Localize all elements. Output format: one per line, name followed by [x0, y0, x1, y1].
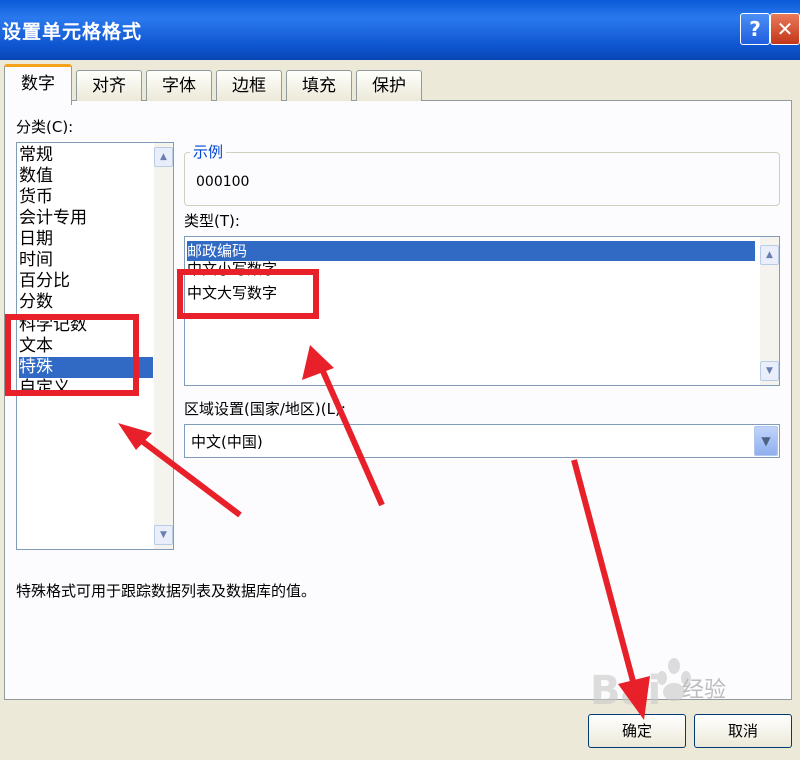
category-item-percentage[interactable]: 百分比: [19, 271, 153, 292]
scroll-down-icon[interactable]: ▼: [154, 525, 173, 545]
type-label: 类型(T):: [184, 212, 240, 230]
tab-font[interactable]: 字体: [146, 70, 212, 101]
tab-number[interactable]: 数字: [4, 64, 72, 105]
window-title: 设置单元格格式: [2, 21, 143, 43]
help-button[interactable]: ?: [740, 13, 770, 45]
category-scrollbar[interactable]: ▲ ▼: [154, 143, 173, 549]
sample-frame: [184, 152, 780, 206]
locale-label: 区域设置(国家/地区)(L):: [184, 400, 346, 418]
cancel-button[interactable]: 取消: [694, 714, 792, 748]
category-item-general[interactable]: 常规: [19, 145, 153, 166]
type-item-chinese-uppercase[interactable]: 中文大写数字: [187, 283, 755, 303]
sample-legend: 示例: [190, 141, 227, 162]
locale-value: 中文(中国): [191, 433, 263, 451]
type-item-chinese-lowercase[interactable]: 中文小写数字: [187, 259, 755, 279]
category-item-fraction[interactable]: 分数: [19, 292, 153, 313]
chevron-down-icon[interactable]: ▼: [754, 426, 778, 456]
locale-select[interactable]: 中文(中国) ▼: [184, 424, 780, 458]
scroll-up-icon[interactable]: ▲: [760, 245, 779, 265]
category-item-text[interactable]: 文本: [19, 336, 153, 357]
category-label: 分类(C):: [16, 118, 74, 136]
tab-alignment[interactable]: 对齐: [76, 70, 142, 101]
close-button[interactable]: ✕: [770, 13, 800, 45]
category-list[interactable]: 常规 数值 货币 会计专用 日期 时间 百分比 分数 科学记数 文本 特殊 自定…: [16, 142, 174, 550]
category-item-date[interactable]: 日期: [19, 229, 153, 250]
category-item-custom[interactable]: 自定义: [19, 378, 153, 399]
scroll-down-icon[interactable]: ▼: [760, 361, 779, 381]
category-item-special[interactable]: 特殊: [19, 357, 153, 378]
tab-fill[interactable]: 填充: [286, 70, 352, 101]
scroll-up-icon[interactable]: ▲: [154, 147, 173, 167]
type-scrollbar[interactable]: ▲ ▼: [760, 237, 779, 385]
tab-border[interactable]: 边框: [216, 70, 282, 101]
category-item-time[interactable]: 时间: [19, 250, 153, 271]
tab-protection[interactable]: 保护: [356, 70, 422, 101]
category-item-scientific[interactable]: 科学记数: [19, 315, 153, 336]
category-item-accounting[interactable]: 会计专用: [19, 208, 153, 229]
type-list[interactable]: 邮政编码 中文小写数字 中文大写数字 ▲ ▼: [184, 236, 780, 386]
format-description: 特殊格式可用于跟踪数据列表及数据库的值。: [16, 582, 317, 600]
category-item-number[interactable]: 数值: [19, 166, 153, 187]
type-item-postal-code[interactable]: 邮政编码: [187, 241, 755, 261]
category-item-currency[interactable]: 货币: [19, 187, 153, 208]
ok-button[interactable]: 确定: [588, 714, 686, 748]
sample-value: 000100: [196, 174, 250, 190]
